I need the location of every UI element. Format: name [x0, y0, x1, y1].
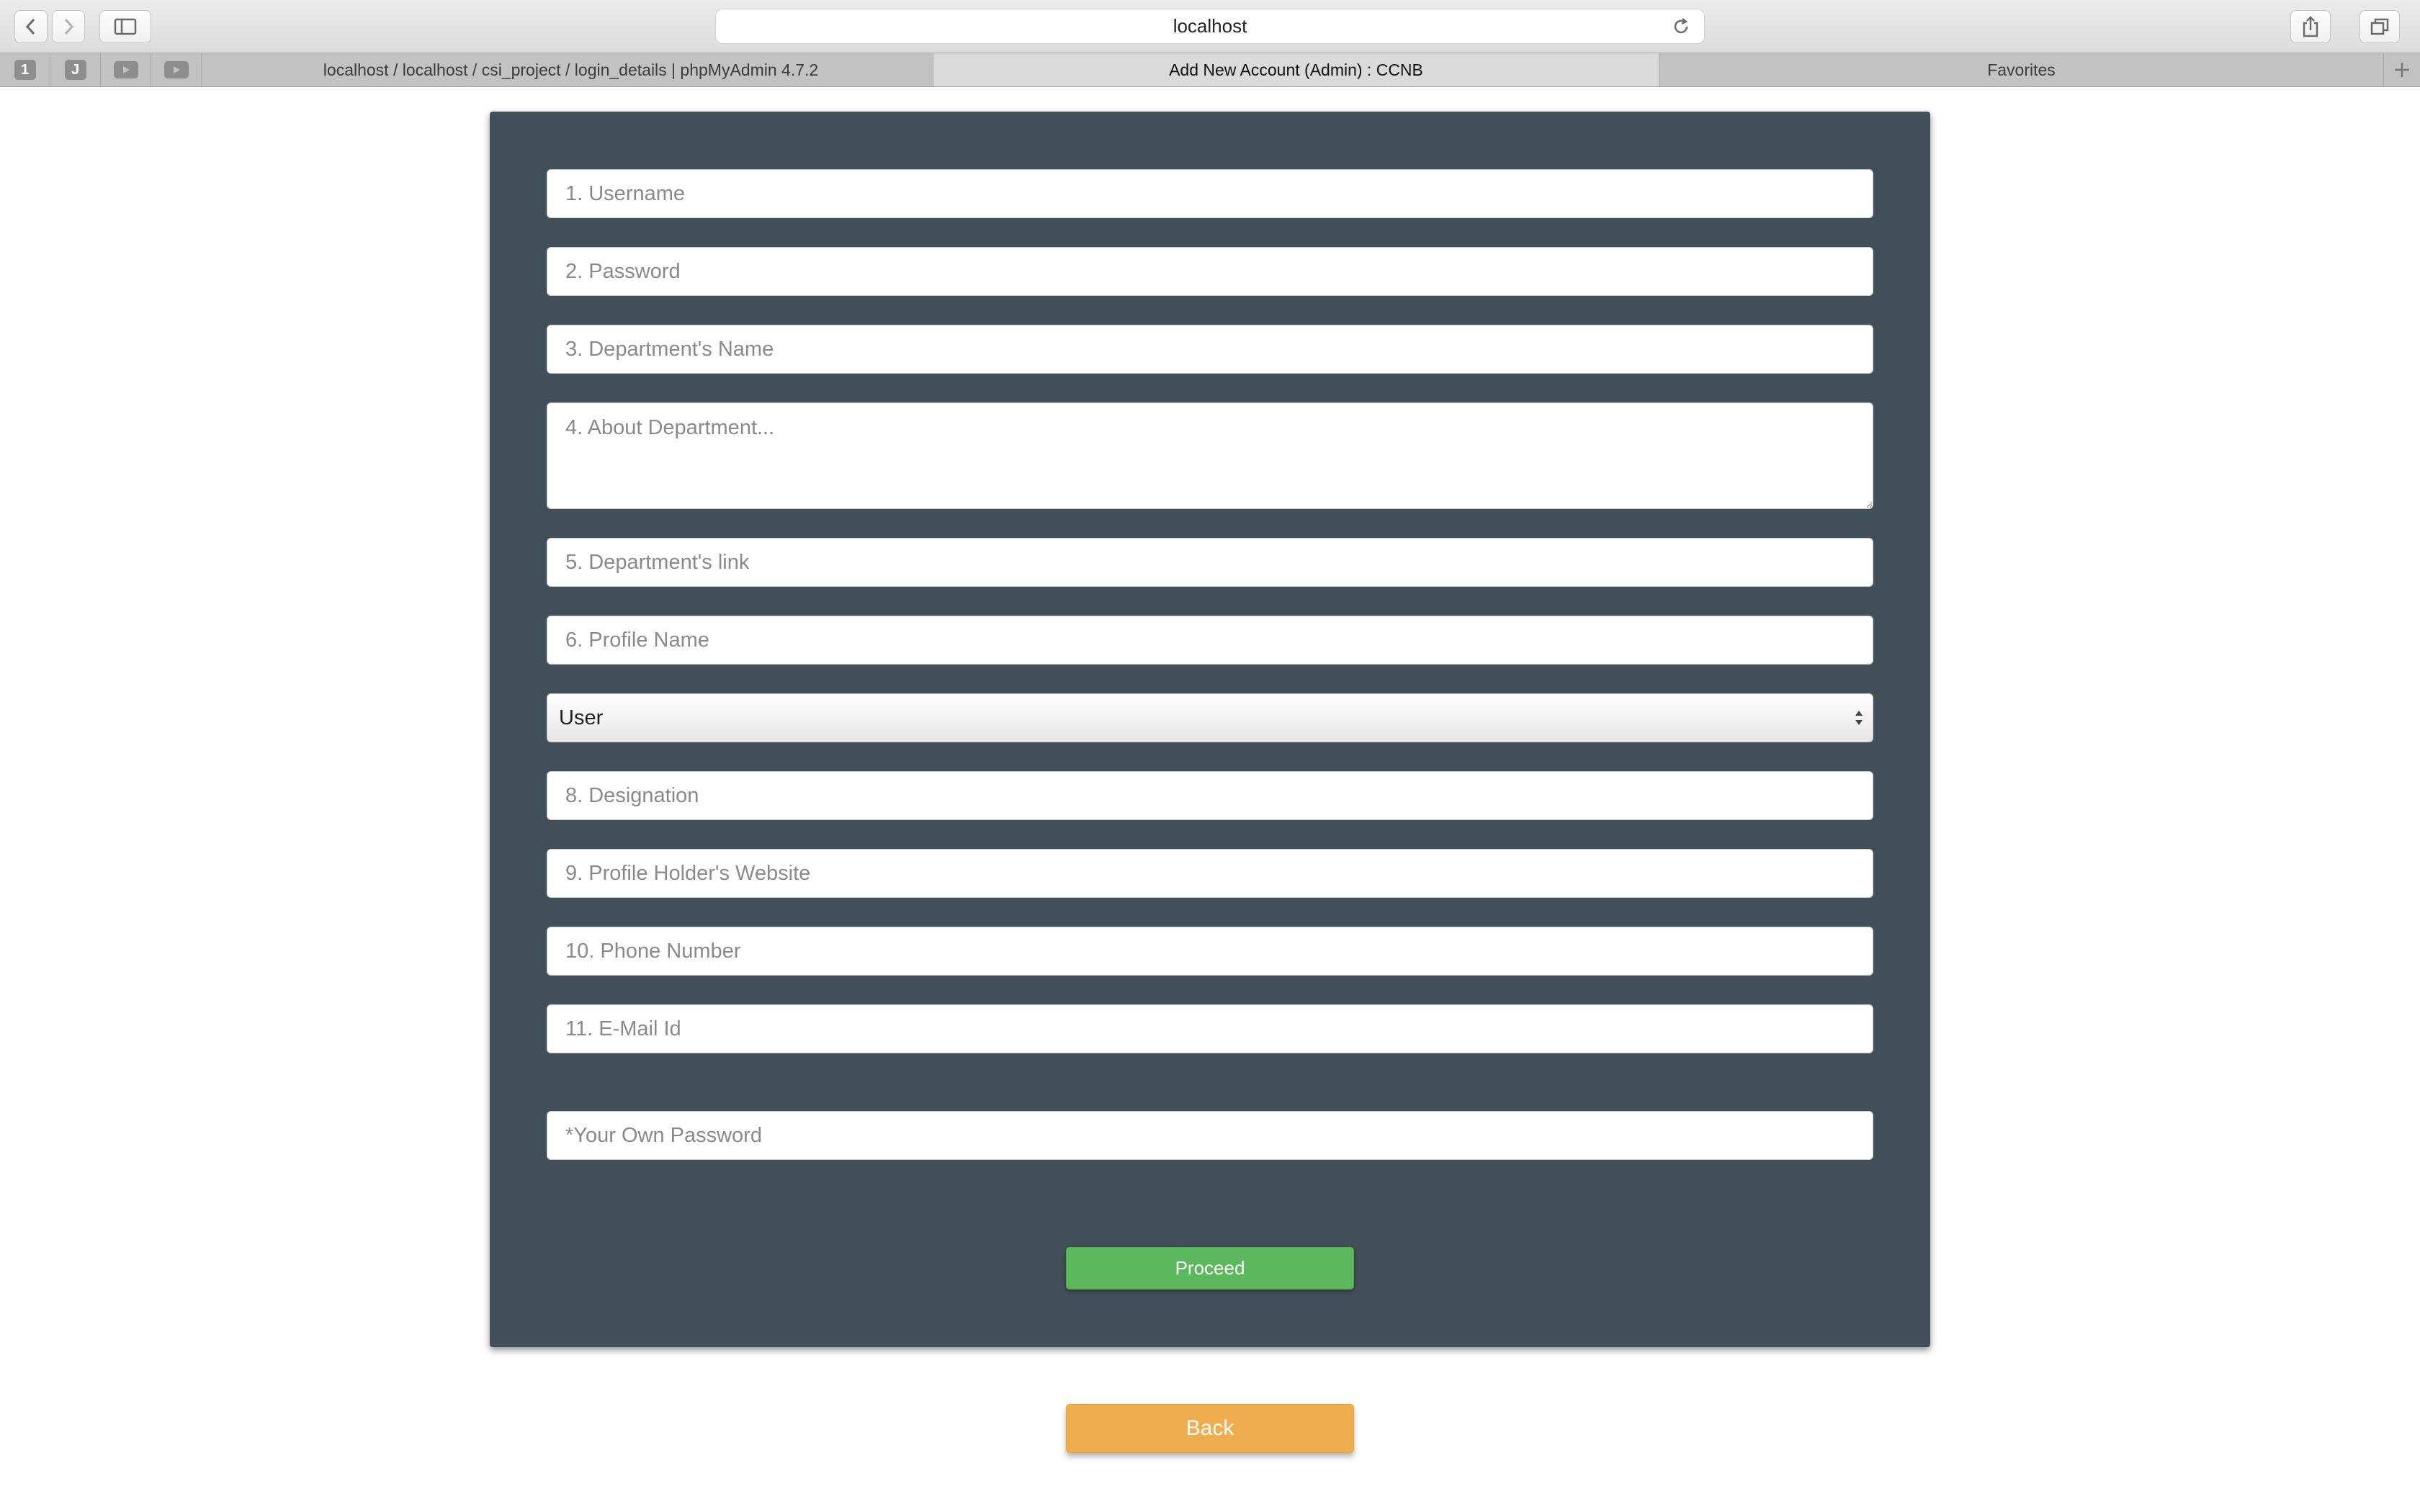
tabs-overview-button[interactable]	[2360, 10, 2400, 43]
tab-bar: 1 J localhost / localhost / csi_project …	[0, 53, 2420, 87]
tab-favorites[interactable]: Favorites	[1659, 53, 2384, 86]
tab-label: localhost / localhost / csi_project / lo…	[323, 60, 819, 79]
pinned-tab-youtube[interactable]	[101, 53, 151, 86]
select-arrows-icon	[1855, 711, 1863, 725]
pinned-tab-icon: J	[64, 60, 86, 80]
website-input[interactable]	[547, 849, 1873, 898]
reload-icon[interactable]	[1671, 17, 1691, 37]
plus-icon	[2395, 63, 2409, 77]
address-text: localhost	[1173, 15, 1247, 37]
new-tab-button[interactable]	[2384, 53, 2420, 86]
about-department-textarea[interactable]	[547, 402, 1873, 509]
tab-label: Add New Account (Admin) : CCNB	[1169, 60, 1423, 79]
own-password-input[interactable]	[547, 1111, 1873, 1160]
address-bar[interactable]: localhost	[715, 9, 1705, 44]
forward-nav-button[interactable]	[52, 10, 85, 43]
pinned-tab-1[interactable]: 1	[0, 53, 50, 86]
role-select-value: User	[559, 706, 604, 729]
role-select[interactable]: User	[547, 693, 1873, 742]
browser-toolbar: localhost	[0, 0, 2420, 53]
tabs-overview-icon	[2370, 18, 2389, 35]
sidebar-toggle-button[interactable]	[99, 10, 151, 43]
share-icon	[2303, 16, 2318, 37]
profile-name-input[interactable]	[547, 616, 1873, 665]
back-nav-button[interactable]	[14, 10, 48, 43]
sidebar-icon	[114, 18, 137, 35]
share-button[interactable]	[2290, 10, 2331, 43]
chevron-right-icon	[64, 18, 74, 35]
email-input[interactable]	[547, 1004, 1873, 1053]
youtube-icon	[163, 61, 189, 78]
department-link-input[interactable]	[547, 538, 1873, 587]
youtube-icon	[113, 61, 138, 78]
pinned-tab-icon: 1	[14, 60, 36, 80]
add-account-form: User Proceed	[490, 112, 1930, 1347]
designation-input[interactable]	[547, 771, 1873, 820]
pinned-tab-youtube-2[interactable]	[151, 53, 202, 86]
tab-phpmyadmin[interactable]: localhost / localhost / csi_project / lo…	[209, 53, 933, 86]
proceed-button[interactable]: Proceed	[1066, 1247, 1354, 1290]
tab-label: Favorites	[1987, 60, 2056, 79]
pinned-tab-j[interactable]: J	[50, 53, 101, 86]
tab-add-new-account[interactable]: Add New Account (Admin) : CCNB	[933, 53, 1659, 86]
department-name-input[interactable]	[547, 325, 1873, 374]
username-input[interactable]	[547, 169, 1873, 218]
chevron-left-icon	[25, 18, 35, 35]
password-input[interactable]	[547, 247, 1873, 296]
phone-number-input[interactable]	[547, 927, 1873, 976]
back-button[interactable]: Back	[1066, 1404, 1354, 1453]
